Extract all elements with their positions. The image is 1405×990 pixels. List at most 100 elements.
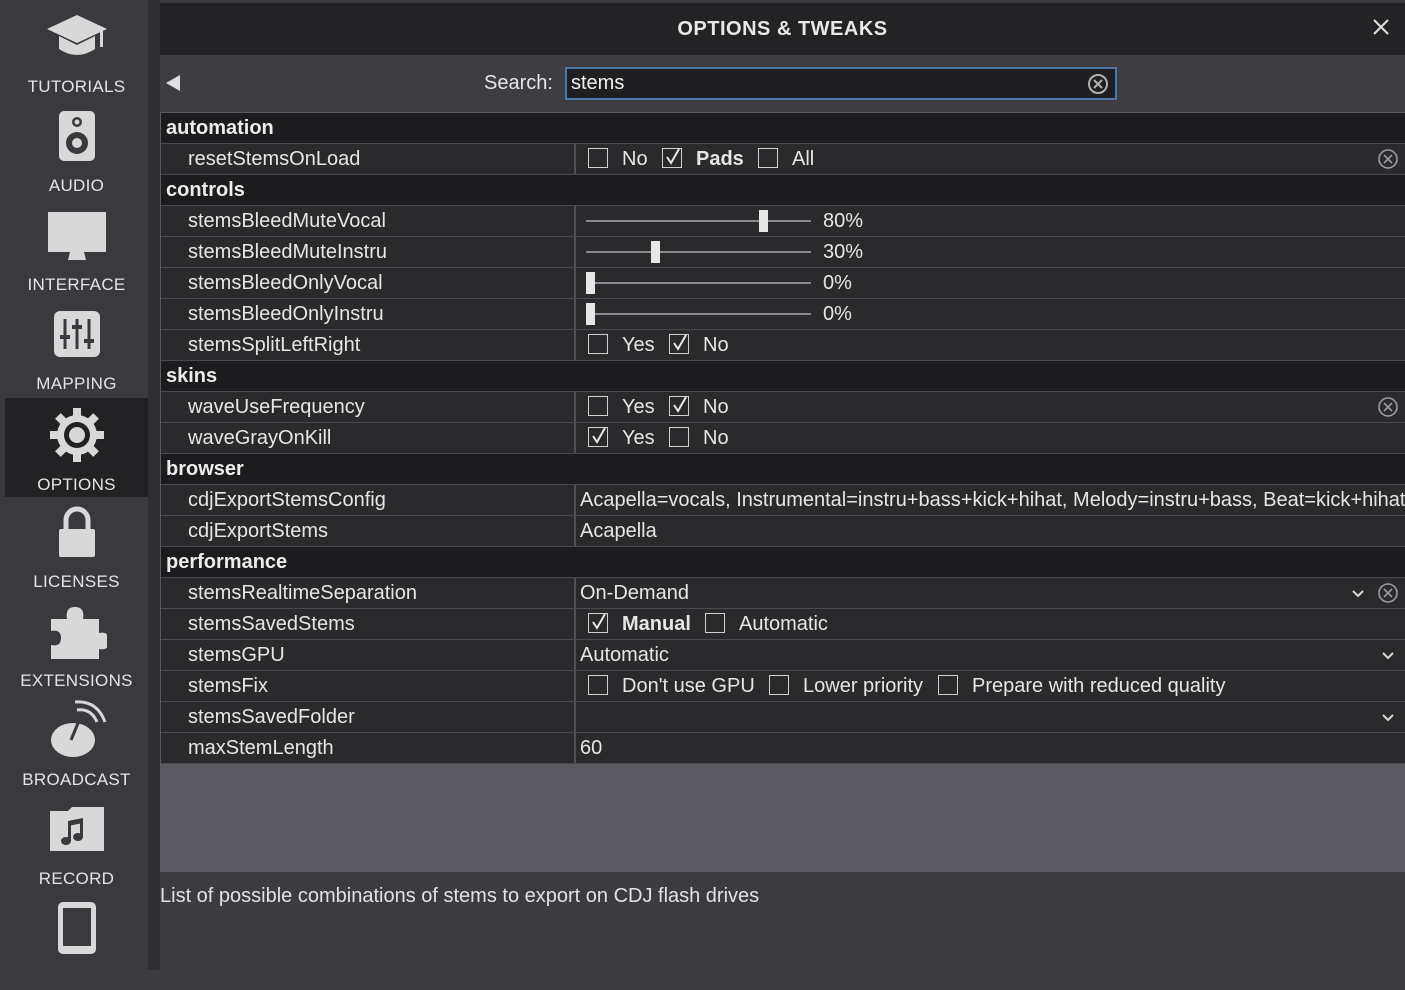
slider-track[interactable]	[586, 282, 811, 284]
checkbox-label: All	[792, 148, 815, 170]
chevron-down-icon[interactable]	[1379, 646, 1397, 664]
option-row-stemsSavedFolder: stemsSavedFolder	[161, 702, 1405, 733]
slider-value: 30%	[823, 241, 864, 263]
text-value-field[interactable]: Acapella=vocals, Instrumental=instru+bas…	[576, 485, 1405, 515]
graduation-cap-icon	[5, 8, 148, 66]
option-row-stemsBleedMuteVocal: stemsBleedMuteVocal 80%	[161, 206, 1405, 237]
nav-tutorials[interactable]: TUTORIALS	[5, 0, 148, 99]
clear-search-icon[interactable]	[1087, 73, 1109, 95]
category-row: automation	[161, 113, 1405, 144]
checkbox-no[interactable]	[669, 396, 689, 416]
nav-label: LICENSES	[33, 572, 120, 591]
slider-track[interactable]	[586, 220, 811, 222]
title-bar: OPTIONS & TWEAKS	[160, 3, 1405, 55]
option-name: stemsBleedOnlyVocal	[188, 272, 383, 294]
reset-icon[interactable]	[1377, 582, 1399, 604]
checkbox-dont-use-gpu[interactable]	[588, 675, 608, 695]
nav-label: RECORD	[38, 869, 115, 888]
checkbox-no[interactable]	[669, 334, 689, 354]
option-value: Acapella	[580, 520, 657, 542]
page-title: OPTIONS & TWEAKS	[677, 18, 888, 40]
nav-record[interactable]: RECORD	[5, 792, 148, 891]
close-icon[interactable]	[1369, 15, 1393, 39]
text-value-field[interactable]: 60	[576, 733, 1405, 763]
option-name: stemsFix	[188, 675, 268, 697]
checkbox-manual[interactable]	[588, 613, 608, 633]
chevron-down-icon[interactable]	[1379, 708, 1397, 726]
option-row-waveGrayOnKill: waveGrayOnKill Yes No	[161, 423, 1405, 454]
checkbox-reduced-quality[interactable]	[938, 675, 958, 695]
nav-label: OPTIONS	[37, 475, 116, 494]
checkbox-no[interactable]	[588, 148, 608, 168]
option-row-maxStemLength: maxStemLength 60	[161, 733, 1405, 764]
speaker-icon	[5, 107, 148, 165]
checkbox-yes[interactable]	[588, 396, 608, 416]
nav-label: MAPPING	[36, 374, 117, 393]
music-folder-icon	[5, 800, 148, 858]
checkbox-all[interactable]	[758, 148, 778, 168]
checkbox-label: Yes	[622, 396, 655, 418]
dropdown[interactable]: Automatic	[576, 640, 1405, 670]
satellite-dish-icon	[5, 700, 148, 759]
nav-extensions[interactable]: EXTENSIONS	[5, 594, 148, 693]
nav-audio[interactable]: AUDIO	[5, 99, 148, 198]
search-label: Search:	[484, 72, 553, 94]
checkbox-label: Manual	[622, 613, 691, 635]
checkbox-lower-priority[interactable]	[769, 675, 789, 695]
slider-track[interactable]	[586, 251, 811, 253]
slider-thumb[interactable]	[586, 303, 595, 325]
category-label: skins	[166, 365, 218, 387]
slider-track[interactable]	[586, 313, 811, 315]
option-row-cdjExportStems: cdjExportStems Acapella	[161, 516, 1405, 547]
option-value: Acapella=vocals, Instrumental=instru+bas…	[580, 489, 1405, 511]
nav-broadcast[interactable]: BROADCAST	[5, 693, 148, 792]
checkbox-no[interactable]	[669, 427, 689, 447]
back-arrow-icon[interactable]	[166, 75, 180, 91]
checkbox-label: Yes	[622, 334, 655, 356]
option-name: waveGrayOnKill	[188, 427, 332, 449]
nav-label: BROADCAST	[22, 770, 131, 789]
option-name: stemsRealtimeSeparation	[188, 582, 417, 604]
reset-icon[interactable]	[1377, 148, 1399, 170]
search-bar: Search:	[160, 55, 1405, 112]
checkbox-label: No	[703, 334, 729, 356]
nav-interface[interactable]: INTERFACE	[5, 198, 148, 297]
option-row-stemsRealtimeSeparation: stemsRealtimeSeparation On-Demand	[161, 578, 1405, 609]
slider-thumb[interactable]	[650, 241, 660, 263]
option-name: stemsBleedMuteInstru	[188, 241, 387, 263]
reset-icon[interactable]	[1377, 396, 1399, 418]
nav-mapping[interactable]: MAPPING	[5, 297, 148, 396]
dropdown[interactable]: On-Demand	[576, 578, 1405, 608]
options-panel: Search: automation resetStemsOnLoad No P…	[160, 55, 1405, 872]
option-row-cdjExportStemsConfig: cdjExportStemsConfig Acapella=vocals, In…	[161, 485, 1405, 516]
checkbox-label: No	[703, 396, 729, 418]
nav-label: EXTENSIONS	[20, 671, 133, 690]
description-area: List of possible combinations of stems t…	[160, 872, 1405, 970]
checkbox-yes[interactable]	[588, 427, 608, 447]
slider-thumb[interactable]	[758, 210, 768, 232]
option-name: maxStemLength	[188, 737, 334, 759]
nav-tablet[interactable]	[5, 891, 148, 990]
option-name: stemsBleedOnlyInstru	[188, 303, 384, 325]
option-row-resetStemsOnLoad: resetStemsOnLoad No Pads All	[161, 144, 1405, 175]
nav-licenses[interactable]: LICENSES	[5, 495, 148, 594]
option-description: List of possible combinations of stems t…	[160, 885, 760, 907]
option-name: stemsSplitLeftRight	[188, 334, 361, 356]
option-row-stemsBleedOnlyInstru: stemsBleedOnlyInstru 0%	[161, 299, 1405, 330]
text-value-field[interactable]: Acapella	[576, 516, 1405, 546]
nav-label: TUTORIALS	[27, 77, 126, 96]
dropdown[interactable]	[576, 702, 1405, 732]
dropdown-value: Automatic	[580, 644, 669, 666]
checkbox-pads[interactable]	[662, 148, 682, 168]
checkbox-yes[interactable]	[588, 334, 608, 354]
nav-options[interactable]: OPTIONS	[5, 398, 148, 497]
chevron-down-icon[interactable]	[1349, 584, 1367, 602]
option-row-stemsSplitLeftRight: stemsSplitLeftRight Yes No	[161, 330, 1405, 361]
checkbox-automatic[interactable]	[705, 613, 725, 633]
slider-value: 0%	[823, 303, 852, 325]
monitor-icon	[5, 206, 148, 264]
slider-thumb[interactable]	[586, 272, 595, 294]
sliders-icon	[5, 305, 148, 363]
option-name: stemsSavedFolder	[188, 706, 355, 728]
search-input[interactable]	[571, 71, 1071, 96]
